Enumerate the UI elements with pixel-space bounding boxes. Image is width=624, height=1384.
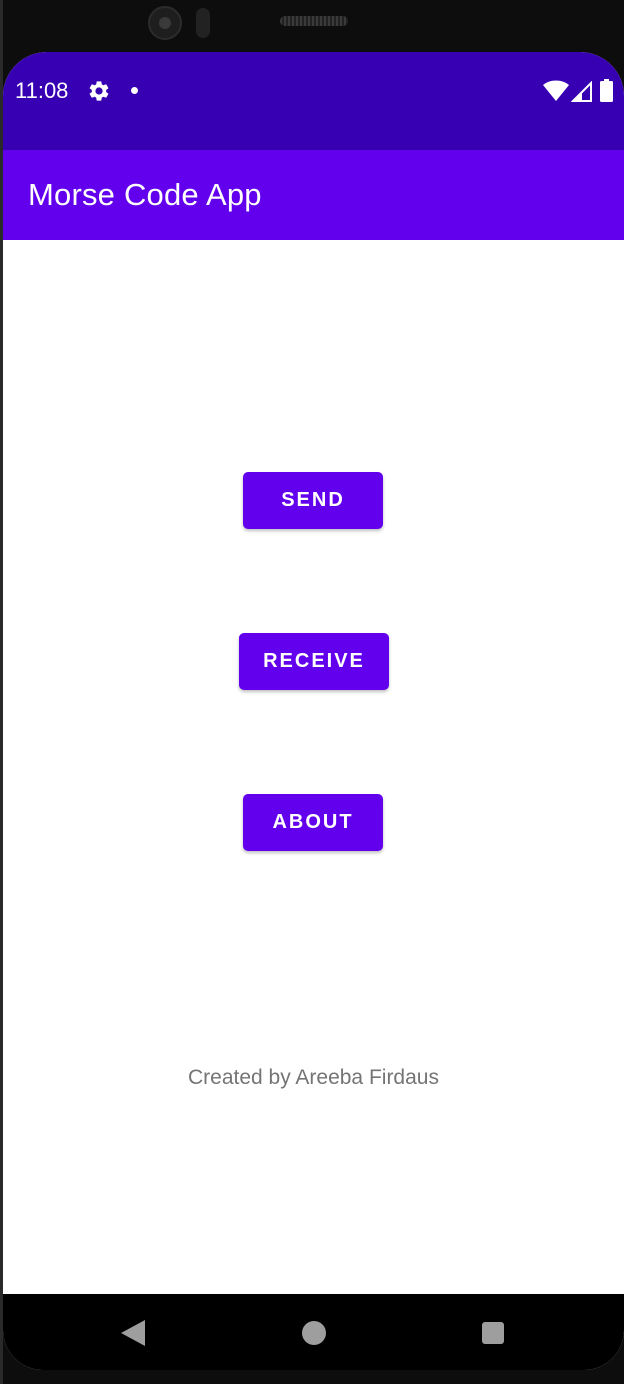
wifi-icon	[543, 80, 569, 101]
battery-icon	[600, 79, 613, 102]
credit-text: Created by Areeba Firdaus	[188, 1066, 439, 1089]
navigation-bar	[3, 1294, 624, 1370]
front-camera	[148, 6, 182, 40]
proximity-sensor	[196, 8, 210, 38]
receive-button[interactable]: RECEIVE	[239, 633, 389, 690]
main-content: SEND RECEIVE ABOUT Created by Areeba Fir…	[3, 240, 624, 1294]
status-bar: 11:08	[3, 52, 624, 150]
gear-icon	[89, 81, 109, 101]
earpiece-speaker	[280, 16, 348, 26]
recents-icon[interactable]	[482, 1322, 504, 1344]
notification-dot-icon	[131, 87, 138, 94]
status-time: 11:08	[15, 78, 69, 103]
screen: 11:08 Morse Code App SEND RECEIVE ABOUT …	[3, 52, 624, 1370]
home-icon[interactable]	[302, 1321, 326, 1345]
device-frame: 11:08 Morse Code App SEND RECEIVE ABOUT …	[0, 0, 624, 1384]
app-bar: Morse Code App	[3, 150, 624, 240]
send-button[interactable]: SEND	[243, 472, 383, 529]
about-button[interactable]: ABOUT	[243, 794, 383, 851]
back-icon[interactable]	[121, 1320, 145, 1346]
app-title: Morse Code App	[28, 177, 262, 212]
cell-signal-icon	[571, 81, 592, 102]
